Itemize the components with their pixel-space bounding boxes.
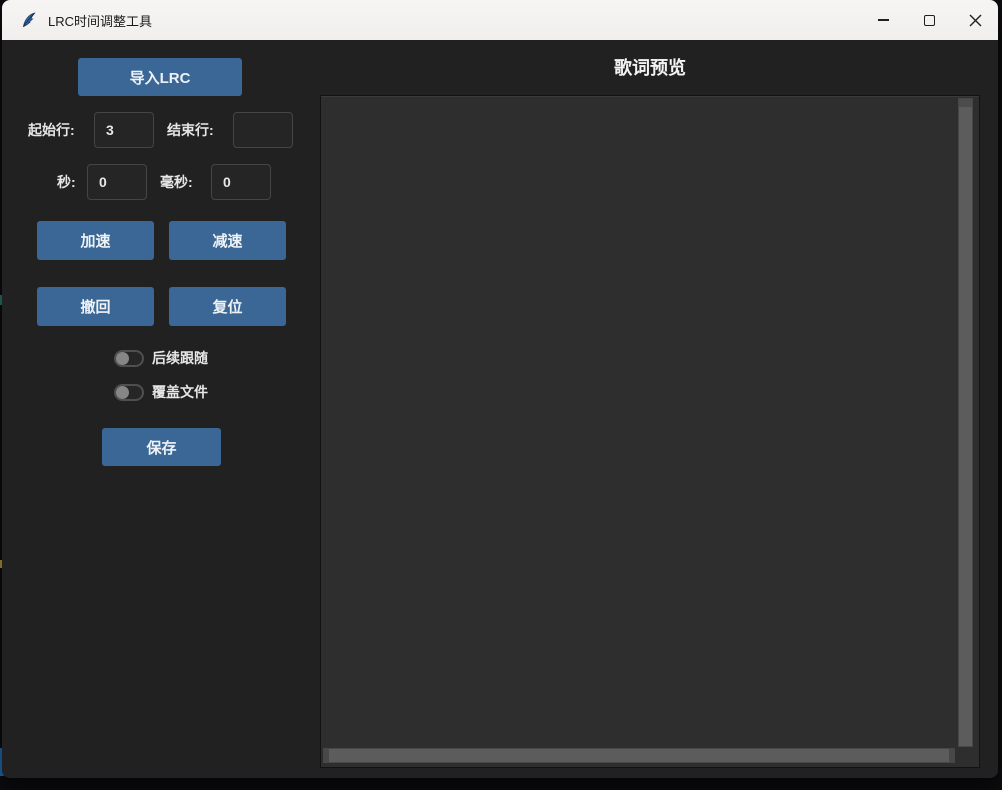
lyrics-preview-title: 歌词预览 — [320, 54, 980, 80]
maximize-button[interactable] — [906, 0, 952, 40]
save-button[interactable]: 保存 — [102, 428, 221, 466]
minimize-icon — [878, 19, 889, 21]
titlebar: LRC时间调整工具 — [2, 0, 998, 40]
follow-toggle[interactable] — [114, 350, 144, 367]
maximize-icon — [924, 15, 935, 26]
undo-button[interactable]: 撤回 — [37, 287, 154, 326]
window-title: LRC时间调整工具 — [48, 11, 152, 30]
overwrite-toggle-row: 覆盖文件 — [114, 383, 208, 401]
follow-toggle-label: 后续跟随 — [152, 348, 208, 368]
horizontal-scrollbar[interactable] — [323, 748, 955, 763]
lyrics-preview-text[interactable] — [323, 98, 955, 743]
close-button[interactable] — [952, 0, 998, 40]
seconds-label: 秒: — [57, 164, 76, 200]
overwrite-toggle-label: 覆盖文件 — [152, 382, 208, 402]
start-line-input[interactable] — [94, 112, 154, 148]
window-controls — [860, 0, 998, 40]
start-line-label: 起始行: — [28, 112, 75, 148]
slow-down-button[interactable]: 减速 — [169, 221, 286, 260]
close-icon — [969, 14, 982, 27]
speed-up-button[interactable]: 加速 — [37, 221, 154, 260]
app-window: LRC时间调整工具 导入LRC 起始行: 结束行: 秒: 毫秒: 加速 减 — [2, 0, 998, 778]
follow-toggle-row: 后续跟随 — [114, 349, 208, 367]
minimize-button[interactable] — [860, 0, 906, 40]
main-area: 导入LRC 起始行: 结束行: 秒: 毫秒: 加速 减速 撤回 复位 后续跟随 … — [2, 40, 998, 778]
import-lrc-button[interactable]: 导入LRC — [78, 58, 242, 96]
overwrite-toggle[interactable] — [114, 384, 144, 401]
end-line-input[interactable] — [233, 112, 293, 148]
end-line-label: 结束行: — [167, 112, 214, 148]
milliseconds-label: 毫秒: — [160, 164, 193, 200]
feather-app-icon — [20, 11, 38, 29]
reset-button[interactable]: 复位 — [169, 287, 286, 326]
toggle-knob-icon — [116, 352, 129, 365]
milliseconds-input[interactable] — [211, 164, 271, 200]
lyrics-preview-box — [320, 95, 980, 768]
toggle-knob-icon — [116, 386, 129, 399]
seconds-input[interactable] — [87, 164, 147, 200]
vertical-scrollbar[interactable] — [958, 98, 973, 747]
